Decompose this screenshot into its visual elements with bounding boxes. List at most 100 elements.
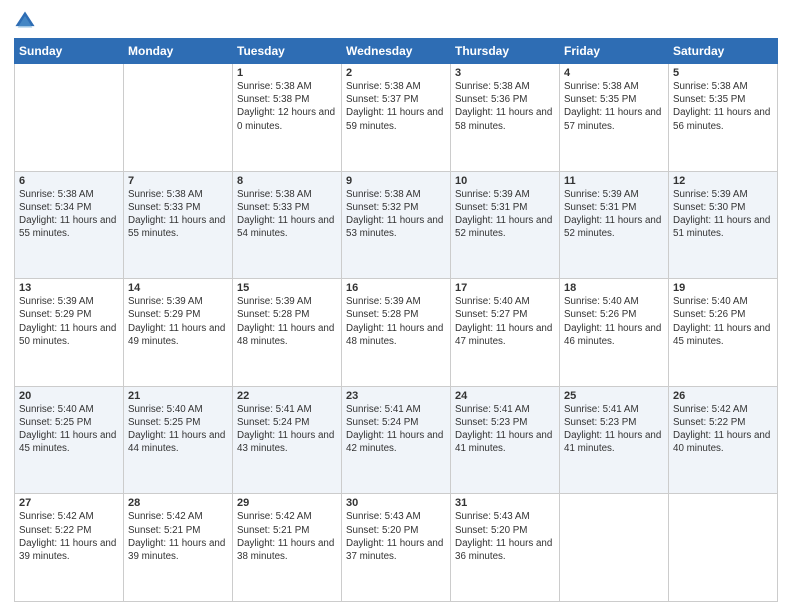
calendar-cell: 19Sunrise: 5:40 AMSunset: 5:26 PMDayligh…: [669, 279, 778, 387]
day-number: 6: [19, 175, 119, 187]
calendar-cell: 6Sunrise: 5:38 AMSunset: 5:34 PMDaylight…: [15, 171, 124, 279]
day-number: 9: [346, 175, 446, 187]
day-number: 12: [673, 175, 773, 187]
day-info: Sunrise: 5:38 AMSunset: 5:34 PMDaylight:…: [19, 188, 119, 241]
day-number: 10: [455, 175, 555, 187]
calendar-cell: 7Sunrise: 5:38 AMSunset: 5:33 PMDaylight…: [124, 171, 233, 279]
day-header-monday: Monday: [124, 39, 233, 64]
calendar-cell: 5Sunrise: 5:38 AMSunset: 5:35 PMDaylight…: [669, 64, 778, 172]
day-number: 17: [455, 282, 555, 294]
day-number: 5: [673, 67, 773, 79]
day-info: Sunrise: 5:39 AMSunset: 5:29 PMDaylight:…: [128, 295, 228, 348]
calendar-cell: [15, 64, 124, 172]
calendar-cell: 22Sunrise: 5:41 AMSunset: 5:24 PMDayligh…: [233, 386, 342, 494]
calendar-cell: 21Sunrise: 5:40 AMSunset: 5:25 PMDayligh…: [124, 386, 233, 494]
day-info: Sunrise: 5:41 AMSunset: 5:24 PMDaylight:…: [346, 403, 446, 456]
day-number: 26: [673, 390, 773, 402]
calendar-cell: 4Sunrise: 5:38 AMSunset: 5:35 PMDaylight…: [560, 64, 669, 172]
calendar-cell: 28Sunrise: 5:42 AMSunset: 5:21 PMDayligh…: [124, 494, 233, 602]
day-info: Sunrise: 5:38 AMSunset: 5:32 PMDaylight:…: [346, 188, 446, 241]
day-number: 2: [346, 67, 446, 79]
day-info: Sunrise: 5:40 AMSunset: 5:27 PMDaylight:…: [455, 295, 555, 348]
day-number: 8: [237, 175, 337, 187]
day-number: 15: [237, 282, 337, 294]
calendar-cell: 27Sunrise: 5:42 AMSunset: 5:22 PMDayligh…: [15, 494, 124, 602]
day-info: Sunrise: 5:42 AMSunset: 5:21 PMDaylight:…: [237, 510, 337, 563]
calendar-cell: 17Sunrise: 5:40 AMSunset: 5:27 PMDayligh…: [451, 279, 560, 387]
calendar-cell: 31Sunrise: 5:43 AMSunset: 5:20 PMDayligh…: [451, 494, 560, 602]
day-info: Sunrise: 5:40 AMSunset: 5:26 PMDaylight:…: [673, 295, 773, 348]
calendar-cell: 26Sunrise: 5:42 AMSunset: 5:22 PMDayligh…: [669, 386, 778, 494]
day-number: 25: [564, 390, 664, 402]
day-header-thursday: Thursday: [451, 39, 560, 64]
day-info: Sunrise: 5:43 AMSunset: 5:20 PMDaylight:…: [455, 510, 555, 563]
calendar-cell: 30Sunrise: 5:43 AMSunset: 5:20 PMDayligh…: [342, 494, 451, 602]
day-number: 16: [346, 282, 446, 294]
day-info: Sunrise: 5:41 AMSunset: 5:24 PMDaylight:…: [237, 403, 337, 456]
day-number: 27: [19, 497, 119, 509]
day-number: 30: [346, 497, 446, 509]
calendar-cell: 10Sunrise: 5:39 AMSunset: 5:31 PMDayligh…: [451, 171, 560, 279]
calendar-cell: 25Sunrise: 5:41 AMSunset: 5:23 PMDayligh…: [560, 386, 669, 494]
day-number: 18: [564, 282, 664, 294]
day-info: Sunrise: 5:39 AMSunset: 5:31 PMDaylight:…: [455, 188, 555, 241]
day-header-friday: Friday: [560, 39, 669, 64]
calendar-cell: 15Sunrise: 5:39 AMSunset: 5:28 PMDayligh…: [233, 279, 342, 387]
day-info: Sunrise: 5:43 AMSunset: 5:20 PMDaylight:…: [346, 510, 446, 563]
day-number: 28: [128, 497, 228, 509]
calendar-cell: 1Sunrise: 5:38 AMSunset: 5:38 PMDaylight…: [233, 64, 342, 172]
day-info: Sunrise: 5:38 AMSunset: 5:35 PMDaylight:…: [673, 80, 773, 133]
day-number: 1: [237, 67, 337, 79]
day-info: Sunrise: 5:38 AMSunset: 5:33 PMDaylight:…: [237, 188, 337, 241]
calendar-cell: 13Sunrise: 5:39 AMSunset: 5:29 PMDayligh…: [15, 279, 124, 387]
day-number: 14: [128, 282, 228, 294]
day-info: Sunrise: 5:38 AMSunset: 5:38 PMDaylight:…: [237, 80, 337, 133]
day-info: Sunrise: 5:38 AMSunset: 5:37 PMDaylight:…: [346, 80, 446, 133]
day-info: Sunrise: 5:39 AMSunset: 5:30 PMDaylight:…: [673, 188, 773, 241]
day-info: Sunrise: 5:39 AMSunset: 5:28 PMDaylight:…: [346, 295, 446, 348]
day-info: Sunrise: 5:42 AMSunset: 5:22 PMDaylight:…: [19, 510, 119, 563]
day-number: 31: [455, 497, 555, 509]
day-number: 20: [19, 390, 119, 402]
day-header-wednesday: Wednesday: [342, 39, 451, 64]
calendar-week-2: 6Sunrise: 5:38 AMSunset: 5:34 PMDaylight…: [15, 171, 778, 279]
day-info: Sunrise: 5:42 AMSunset: 5:22 PMDaylight:…: [673, 403, 773, 456]
day-number: 22: [237, 390, 337, 402]
day-number: 23: [346, 390, 446, 402]
calendar-week-4: 20Sunrise: 5:40 AMSunset: 5:25 PMDayligh…: [15, 386, 778, 494]
day-info: Sunrise: 5:41 AMSunset: 5:23 PMDaylight:…: [564, 403, 664, 456]
calendar-table: SundayMondayTuesdayWednesdayThursdayFrid…: [14, 38, 778, 602]
calendar-cell: 18Sunrise: 5:40 AMSunset: 5:26 PMDayligh…: [560, 279, 669, 387]
calendar-cell: [669, 494, 778, 602]
day-info: Sunrise: 5:39 AMSunset: 5:31 PMDaylight:…: [564, 188, 664, 241]
calendar-cell: 9Sunrise: 5:38 AMSunset: 5:32 PMDaylight…: [342, 171, 451, 279]
day-number: 21: [128, 390, 228, 402]
day-header-saturday: Saturday: [669, 39, 778, 64]
calendar-cell: 23Sunrise: 5:41 AMSunset: 5:24 PMDayligh…: [342, 386, 451, 494]
day-info: Sunrise: 5:38 AMSunset: 5:35 PMDaylight:…: [564, 80, 664, 133]
day-info: Sunrise: 5:39 AMSunset: 5:28 PMDaylight:…: [237, 295, 337, 348]
day-info: Sunrise: 5:38 AMSunset: 5:36 PMDaylight:…: [455, 80, 555, 133]
day-header-tuesday: Tuesday: [233, 39, 342, 64]
day-number: 3: [455, 67, 555, 79]
day-number: 24: [455, 390, 555, 402]
calendar-cell: [124, 64, 233, 172]
day-info: Sunrise: 5:40 AMSunset: 5:25 PMDaylight:…: [19, 403, 119, 456]
calendar-cell: 14Sunrise: 5:39 AMSunset: 5:29 PMDayligh…: [124, 279, 233, 387]
calendar-cell: 16Sunrise: 5:39 AMSunset: 5:28 PMDayligh…: [342, 279, 451, 387]
calendar-cell: 29Sunrise: 5:42 AMSunset: 5:21 PMDayligh…: [233, 494, 342, 602]
calendar-week-1: 1Sunrise: 5:38 AMSunset: 5:38 PMDaylight…: [15, 64, 778, 172]
day-number: 4: [564, 67, 664, 79]
day-info: Sunrise: 5:42 AMSunset: 5:21 PMDaylight:…: [128, 510, 228, 563]
calendar-cell: 12Sunrise: 5:39 AMSunset: 5:30 PMDayligh…: [669, 171, 778, 279]
day-number: 29: [237, 497, 337, 509]
calendar-week-5: 27Sunrise: 5:42 AMSunset: 5:22 PMDayligh…: [15, 494, 778, 602]
calendar-cell: [560, 494, 669, 602]
day-header-sunday: Sunday: [15, 39, 124, 64]
day-number: 11: [564, 175, 664, 187]
calendar-header-row: SundayMondayTuesdayWednesdayThursdayFrid…: [15, 39, 778, 64]
day-number: 13: [19, 282, 119, 294]
calendar-cell: 24Sunrise: 5:41 AMSunset: 5:23 PMDayligh…: [451, 386, 560, 494]
day-info: Sunrise: 5:40 AMSunset: 5:26 PMDaylight:…: [564, 295, 664, 348]
header: [14, 10, 778, 32]
